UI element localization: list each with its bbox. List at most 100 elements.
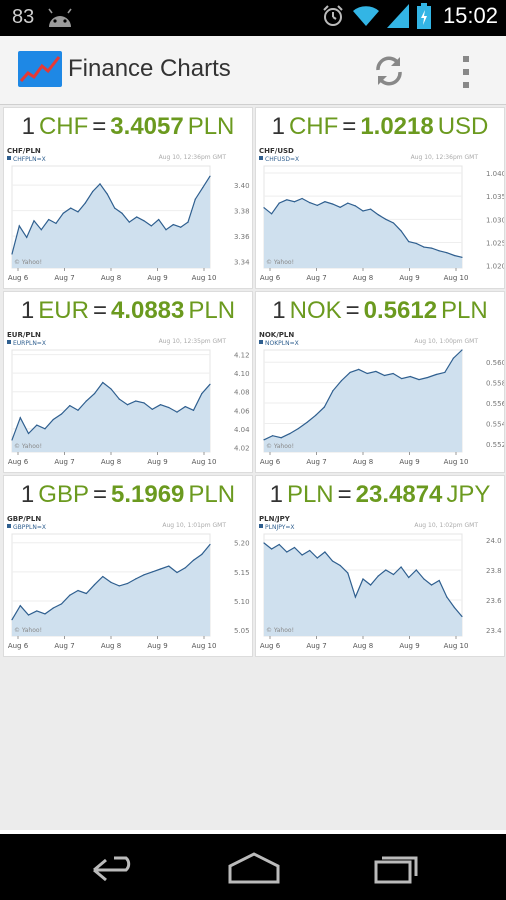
base-currency: EUR [38,297,89,324]
data-point [383,374,386,377]
y-tick-label: 4.04 [234,426,250,434]
rate-header: 1 GBP = 5.1969 PLN [4,476,252,514]
battery-percent-text: 83 [12,6,35,28]
x-tick-label: Aug 10 [444,642,469,650]
data-point [158,218,160,221]
rate-card[interactable]: 1 NOK = 0.5612 PLN 0.560 0.558 0.556 0.554 0.552 A… [255,291,505,473]
data-point [400,566,402,568]
legend-swatch [259,340,263,344]
data-point [168,565,170,567]
data-point [11,253,13,255]
quote-currency: PLN [188,297,236,324]
legend-swatch [7,156,11,160]
y-tick-label: 3.40 [234,182,250,190]
rate-value: 3.4057 [110,113,184,140]
x-tick-label: Aug 7 [306,458,326,466]
y-tick-label: 1.025 [486,240,504,248]
rate-chart: 5.20 5.15 5.10 5.05 Aug 6 Aug 7 Aug 8 Aug 9 Aug … [7,515,250,650]
rate-chart: 0.560 0.558 0.556 0.554 0.552 Aug 6 Aug 7 Aug 8… [259,331,504,466]
base-currency: CHF [38,113,89,140]
data-point [271,213,273,215]
data-point [401,377,403,380]
data-point [11,619,13,621]
x-tick-label: Aug 10 [444,458,469,466]
data-point [77,589,79,592]
data-point [444,371,446,374]
app-logo-icon[interactable] [18,51,62,87]
pair-label: NOK/PLN [259,331,294,339]
data-point [192,559,195,561]
amount-text: 1 [20,297,35,324]
data-point [347,202,349,204]
data-point [263,207,265,209]
data-point [201,392,203,395]
recents-icon[interactable] [366,848,426,888]
data-point [278,543,280,546]
data-point [209,175,211,177]
data-point [60,603,63,605]
data-point [209,383,211,385]
amount-text: 1 [21,113,35,140]
data-point [392,372,394,375]
data-point [165,229,167,231]
data-point [18,225,20,227]
data-point [461,615,463,618]
x-tick-label: Aug 9 [399,642,419,650]
y-tick-label: 4.10 [234,370,250,378]
home-icon[interactable] [224,848,284,888]
x-tick-label: Aug 6 [260,458,281,466]
y-tick-label: 5.20 [234,540,250,548]
status-bar: 83 15:02 [0,0,506,36]
data-point [176,571,178,574]
data-point [168,406,170,409]
amount-text: 1 [20,481,35,508]
data-point [84,202,86,204]
data-point [370,584,372,586]
y-tick-label: 0.556 [486,400,504,408]
data-point [301,197,303,200]
x-tick-label: Aug 7 [306,642,326,650]
data-point [187,221,189,223]
data-point [316,557,318,559]
data-point [272,435,274,437]
base-currency: NOK [289,297,342,324]
data-point [44,428,46,430]
rate-card[interactable]: 1 CHF = 1.0218 USD 1.040 1.035 1.030 1.025 1.020 A… [255,107,505,289]
overflow-menu-icon[interactable] [454,54,478,90]
data-point [184,405,186,408]
timestamp: Aug 10, 12:36pm GMT [411,154,479,161]
back-icon[interactable] [84,848,144,888]
data-point [362,578,364,580]
data-point [33,220,35,222]
legend-swatch [7,524,11,528]
data-point [135,400,137,402]
data-point [150,225,152,227]
data-point [354,205,356,207]
legend-label: GBPPLN=X [13,524,46,531]
y-tick-label: 5.05 [234,627,250,635]
rate-value: 5.1969 [110,481,185,508]
data-point [324,551,326,553]
rate-card[interactable]: 1 EUR = 4.0883 PLN 4.12 4.10 4.08 4.06 4.04 4.02 Au… [3,291,253,473]
x-tick-label: Aug 8 [353,642,373,650]
data-point [415,242,417,245]
data-point [85,400,87,402]
data-point [110,388,112,390]
refresh-icon[interactable] [370,52,408,90]
rate-card[interactable]: 1 GBP = 5.1969 PLN 5.20 5.15 5.10 5.05 Aug 6 Aug 7… [3,475,253,657]
data-point [136,216,138,218]
data-point [202,187,204,189]
data-point [184,567,186,569]
data-point [126,404,129,406]
rate-header: 1 NOK = 0.5612 PLN [256,292,504,330]
data-point [77,409,79,411]
signal-icon [386,4,409,28]
rate-card[interactable]: 1 CHF = 3.4057 PLN 3.40 3.38 3.36 3.34 Aug 6 Aug 7… [3,107,253,289]
legend-swatch [259,524,263,528]
timestamp: Aug 10, 1:02pm GMT [414,522,478,529]
data-point [280,437,282,439]
rate-card[interactable]: 1 PLN = 23.4874 JPY 24.0 23.8 23.6 23.4 Aug 6 Aug … [255,475,505,657]
x-tick-label: Aug 9 [399,458,419,466]
data-point [446,252,448,254]
rate-value: 1.0218 [360,113,434,140]
